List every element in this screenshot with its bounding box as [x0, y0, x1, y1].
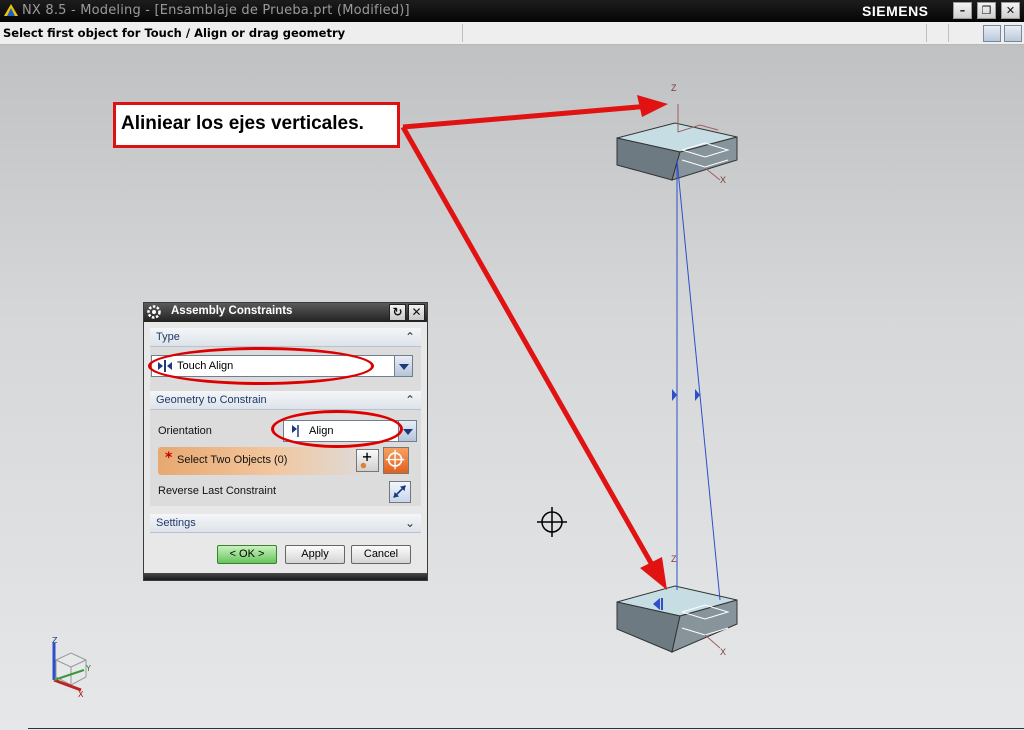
axis-x-label: X [720, 647, 727, 657]
close-window-button[interactable]: ✕ [1001, 2, 1020, 19]
axis-x-label: X [720, 175, 727, 185]
full-screen-icon[interactable] [1004, 25, 1022, 42]
cancel-button[interactable]: Cancel [351, 545, 411, 564]
select-objects-label: Select Two Objects (0) [177, 454, 288, 466]
window-bottom-edge [28, 728, 1024, 729]
reverse-icon[interactable] [389, 481, 411, 503]
select-objects-row[interactable]: * Select Two Objects (0) [158, 447, 370, 475]
restore-button[interactable]: ❐ [977, 2, 996, 19]
chevron-up-icon[interactable]: ⌃ [402, 329, 418, 345]
bottom-component[interactable] [616, 585, 738, 653]
cue-text: Select first object for Touch / Align or… [3, 26, 346, 40]
axis-z-label: Z [671, 83, 677, 93]
reset-icon[interactable]: ↻ [389, 304, 406, 321]
callout-text: Aliniear los ejes verticales. [121, 113, 364, 134]
nx-app-icon [4, 4, 18, 16]
wcs-triad-icon: Z Y X [52, 636, 91, 699]
separator [462, 24, 463, 42]
apply-button[interactable]: Apply [285, 545, 345, 564]
chevron-down-icon[interactable]: ⌄ [402, 515, 418, 531]
ok-button[interactable]: < OK > [217, 545, 277, 564]
triad-z-label: Z [52, 636, 58, 645]
minimize-button[interactable]: – [953, 2, 972, 19]
chevron-down-icon[interactable] [394, 356, 412, 376]
triad-x-label: X [78, 690, 84, 699]
type-group-header[interactable]: Type ⌃ [150, 328, 421, 347]
separator [948, 24, 949, 42]
settings-group-header[interactable]: Settings ⌄ [150, 514, 421, 533]
geometry-group-header[interactable]: Geometry to Constrain ⌃ [150, 391, 421, 410]
siemens-logo: SIEMENS [862, 3, 929, 19]
settings-group-label: Settings [156, 517, 196, 529]
crosshair-select-icon[interactable] [383, 447, 409, 474]
orientation-label: Orientation [158, 425, 212, 437]
dialog-footer [144, 573, 427, 580]
cue-line: Select first object for Touch / Align or… [0, 22, 1024, 45]
dialog-title: Assembly Constraints [171, 305, 293, 317]
cursor-crosshair-icon [537, 507, 567, 537]
add-selection-icon[interactable] [356, 449, 379, 472]
chevron-up-icon[interactable]: ⌃ [402, 392, 418, 408]
close-icon[interactable]: ✕ [408, 304, 425, 321]
selection-filter-icon[interactable] [983, 25, 1001, 42]
annotation-callout: Aliniear los ejes verticales. [113, 102, 400, 148]
reverse-constraint-label: Reverse Last Constraint [158, 485, 276, 497]
gear-icon[interactable] [146, 304, 162, 320]
dialog-title-bar[interactable]: Assembly Constraints ↻ ✕ [144, 303, 427, 322]
geometry-group-label: Geometry to Constrain [156, 394, 267, 406]
type-highlight-ellipse [148, 347, 374, 385]
axis-z-label: Z [671, 554, 677, 564]
window-title-bar: NX 8.5 - Modeling - [Ensamblaje de Prueb… [0, 0, 1024, 22]
required-marker: * [165, 450, 173, 466]
window-title: NX 8.5 - Modeling - [Ensamblaje de Prueb… [22, 3, 410, 18]
orientation-highlight-ellipse [271, 410, 403, 448]
callout-arrows [400, 95, 668, 590]
separator [926, 24, 927, 42]
type-group-label: Type [156, 331, 180, 343]
triad-y-label: Y [85, 664, 91, 673]
